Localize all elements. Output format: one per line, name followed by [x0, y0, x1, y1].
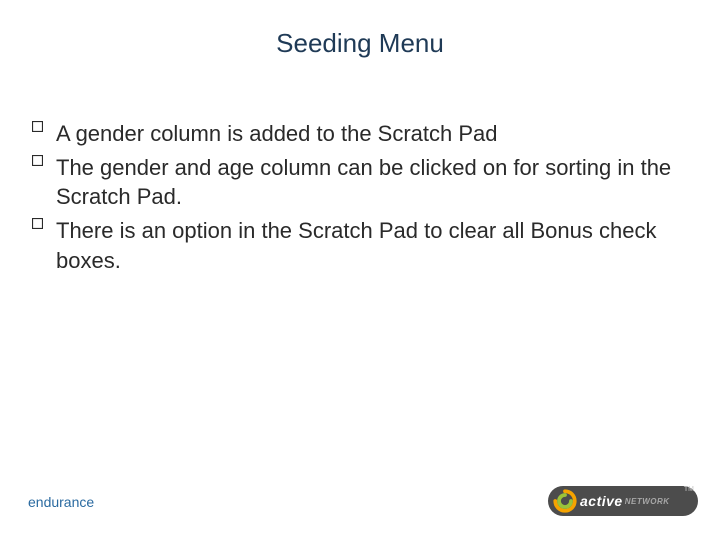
list-item: A gender column is added to the Scratch …: [28, 119, 692, 149]
trademark-icon: TM: [684, 486, 694, 493]
list-item: The gender and age column can be clicked…: [28, 153, 692, 212]
slide: Seeding Menu A gender column is added to…: [0, 0, 720, 540]
logo-wordmark: active: [580, 493, 623, 509]
bullet-list: A gender column is added to the Scratch …: [28, 119, 692, 275]
list-item-text: A gender column is added to the Scratch …: [56, 121, 498, 146]
square-bullet-icon: [32, 155, 43, 166]
square-bullet-icon: [32, 121, 43, 132]
square-bullet-icon: [32, 218, 43, 229]
swirl-icon: [552, 488, 578, 514]
body-content: A gender column is added to the Scratch …: [0, 59, 720, 275]
list-item-text: There is an option in the Scratch Pad to…: [56, 218, 656, 273]
title-container: Seeding Menu: [0, 0, 720, 59]
logo-bubble: active NETWORK TM: [548, 486, 698, 516]
logo-subtext: NETWORK: [625, 497, 670, 506]
list-item-text: The gender and age column can be clicked…: [56, 155, 671, 210]
list-item: There is an option in the Scratch Pad to…: [28, 216, 692, 275]
page-title: Seeding Menu: [0, 28, 720, 59]
brand-logo: active NETWORK TM: [548, 486, 698, 522]
footer-label: endurance: [28, 494, 94, 510]
